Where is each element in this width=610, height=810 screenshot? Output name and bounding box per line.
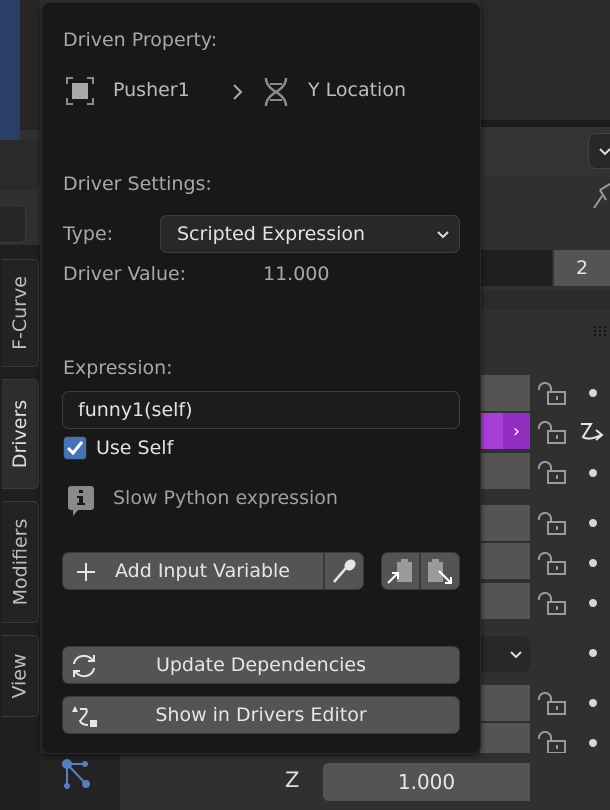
panel-field[interactable] (480, 250, 552, 286)
unlock-icon[interactable] (537, 419, 567, 445)
info-icon (68, 486, 94, 516)
keyframe-dot[interactable] (589, 649, 597, 657)
location-z-field[interactable] (480, 453, 530, 489)
driver-icon[interactable] (579, 421, 605, 447)
panel-separator (480, 120, 610, 127)
driver-value: 11.000 (263, 263, 330, 285)
property-name: Y Location (308, 79, 407, 101)
paste-variables-button[interactable] (420, 552, 460, 590)
drag-handle-icon[interactable] (594, 326, 608, 336)
header-region (0, 140, 40, 190)
unlock-icon[interactable] (537, 380, 567, 406)
use-self-label: Use Self (96, 437, 174, 459)
eyedropper-icon (333, 559, 356, 583)
keyframe-dot[interactable] (589, 599, 597, 607)
add-input-variable-button[interactable]: Add Input Variable (62, 552, 324, 590)
tab-view[interactable]: View (2, 635, 39, 717)
driver-settings-label: Driver Settings: (63, 173, 212, 195)
info-message: Slow Python expression (113, 487, 338, 509)
copy-variables-button[interactable] (381, 552, 420, 590)
rotation-y-field[interactable] (480, 543, 530, 579)
panel-header (480, 0, 610, 120)
unlock-icon[interactable] (537, 550, 567, 576)
unlock-icon[interactable] (537, 729, 567, 755)
tab-f-curve[interactable]: F-Curve (2, 259, 39, 367)
header-dropdown[interactable] (0, 205, 26, 243)
chevron-right-icon (233, 84, 243, 100)
rna-property-icon (264, 77, 288, 107)
tab-drivers[interactable]: Drivers (2, 379, 39, 489)
type-label: Type: (63, 223, 114, 245)
object-constraint-icon[interactable] (60, 757, 98, 795)
driver-type-select[interactable]: Scripted Expression (160, 215, 460, 253)
keyframe-dot[interactable] (589, 519, 597, 527)
unlock-icon[interactable] (537, 459, 567, 485)
panel-band (480, 290, 610, 310)
chevron-down-icon (510, 651, 522, 659)
chevron-right-icon[interactable]: › (503, 413, 530, 449)
unlock-icon[interactable] (537, 590, 567, 616)
location-x-field[interactable] (480, 375, 530, 411)
scale-z-label: Z (285, 768, 300, 792)
viewport-region (0, 0, 20, 140)
expression-input[interactable]: funny1(self) (62, 391, 460, 429)
tab-modifiers[interactable]: Modifiers (2, 501, 39, 623)
unlock-icon[interactable] (537, 510, 567, 536)
keyframe-dot[interactable] (589, 739, 597, 747)
refresh-icon (73, 654, 95, 678)
keyframe-dot[interactable] (589, 559, 597, 567)
checkmark-icon (66, 441, 84, 456)
rotation-x-field[interactable] (480, 505, 530, 541)
driver-editor-popover: Driven Property: Pusher1 Y Location Driv… (41, 2, 481, 754)
unlock-icon[interactable] (537, 690, 567, 716)
object-name: Pusher1 (113, 79, 190, 101)
chevron-down-icon (437, 231, 449, 239)
viewport-scrollbar[interactable] (20, 0, 40, 130)
copy-to-clipboard-icon (386, 559, 412, 584)
rotation-mode-dropdown[interactable] (480, 636, 530, 672)
driver-value-label: Driver Value: (63, 263, 187, 285)
show-in-drivers-editor-button[interactable]: Show in Drivers Editor (62, 696, 460, 734)
chevron-down-icon (599, 148, 610, 156)
location-y-field[interactable]: › (480, 413, 530, 449)
keyframe-dot[interactable] (589, 389, 597, 397)
pin-icon[interactable] (592, 182, 610, 210)
drivers-editor-icon (72, 706, 97, 727)
keyframe-dot[interactable] (589, 469, 597, 477)
expression-label: Expression: (63, 357, 173, 379)
scale-x-field[interactable] (480, 685, 530, 721)
keyframe-dot[interactable] (589, 699, 597, 707)
panel-dropdown[interactable] (588, 133, 610, 169)
object-icon (66, 77, 94, 105)
sidebar-tabs: F-Curve Drivers Modifiers View (0, 245, 40, 810)
panel-number-field[interactable]: 2 (554, 250, 610, 286)
eyedropper-button[interactable] (324, 552, 364, 590)
update-dependencies-button[interactable]: Update Dependencies (62, 646, 460, 684)
scale-z-field[interactable]: 1.000 (323, 763, 530, 801)
paste-from-clipboard-icon (428, 559, 452, 584)
driven-property-label: Driven Property: (63, 29, 218, 51)
plus-icon (77, 563, 95, 581)
rotation-z-field[interactable] (480, 583, 530, 619)
use-self-checkbox[interactable] (63, 436, 87, 460)
